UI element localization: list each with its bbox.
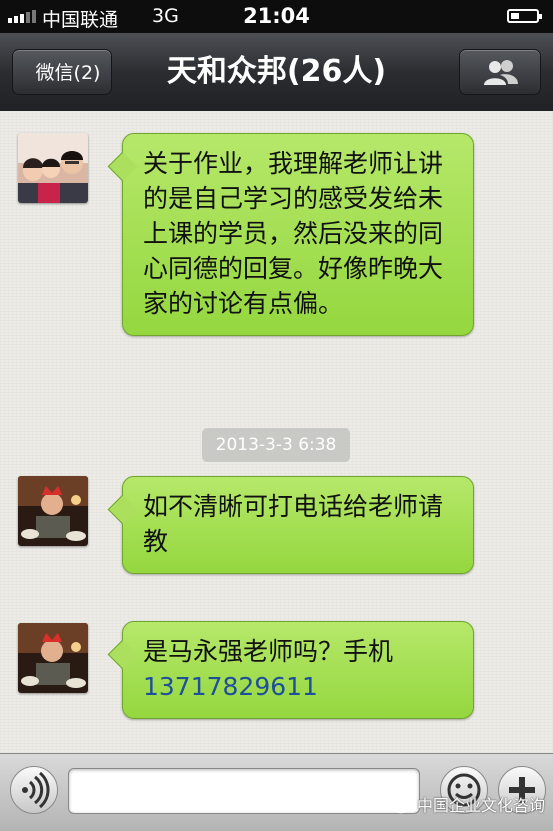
wechat-logo-icon — [385, 794, 409, 814]
group-photo-avatar[interactable] — [18, 133, 88, 203]
teacher-avatar[interactable] — [18, 623, 88, 693]
message-text: 如不清晰可打电话给老师请教 — [143, 492, 444, 556]
message-input[interactable] — [68, 768, 420, 814]
nav-bar: 微信(2) 天和众邦(26人) — [0, 33, 553, 112]
teacher-avatar[interactable] — [18, 476, 88, 546]
message-bubble[interactable]: 是马永强老师吗？手机 13717829611 — [122, 621, 474, 719]
watermark-text: 中国企业文化咨询 — [416, 796, 545, 815]
back-button[interactable]: 微信(2) — [12, 49, 112, 95]
watermark: 中国企业文化咨询 — [385, 789, 545, 819]
voice-icon — [22, 771, 50, 809]
message-text: 是马永强老师吗？手机 — [143, 637, 394, 666]
message-bubble[interactable]: 如不清晰可打电话给老师请教 — [122, 476, 474, 574]
members-button[interactable] — [459, 49, 541, 95]
chat-title: 天和众邦(26人) — [166, 54, 387, 89]
phone-number-link[interactable]: 13717829611 — [143, 672, 318, 701]
timestamp-badge: 2013-3-3 6:38 — [202, 428, 350, 462]
message-text: 关于作业，我理解老师让讲的是自己学习的感受发给未上课的学员，然后没来的同心同德的… — [143, 149, 444, 318]
voice-button[interactable] — [10, 766, 58, 814]
status-bar: 中国联通 3G 21:04 — [0, 0, 553, 33]
battery-icon — [507, 9, 542, 23]
chat-area[interactable]: 关于作业，我理解老师让讲的是自己学习的感受发给未上课的学员，然后没来的同心同德的… — [0, 111, 553, 753]
message-bubble[interactable]: 关于作业，我理解老师让讲的是自己学习的感受发给未上课的学员，然后没来的同心同德的… — [122, 133, 474, 336]
clock: 21:04 — [243, 4, 310, 28]
members-icon — [484, 60, 518, 85]
